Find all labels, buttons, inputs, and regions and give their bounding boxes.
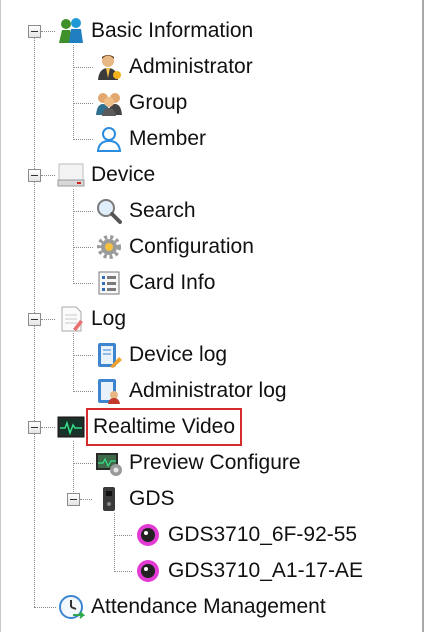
- hline: [34, 607, 56, 608]
- hline: [41, 175, 55, 176]
- tree-node-camera-1[interactable]: GDS3710_6F-92-55: [134, 521, 357, 549]
- preview-configure-icon: [95, 449, 123, 477]
- right-border: [422, 0, 424, 632]
- left-border: [0, 0, 1, 632]
- tree-label: Preview Configure: [129, 451, 301, 474]
- card-list-icon: [95, 269, 123, 297]
- hline: [41, 31, 55, 32]
- hline: [73, 211, 93, 212]
- tree-label: Card Info: [129, 271, 216, 294]
- tree-label: Configuration: [129, 235, 254, 258]
- tree-view: Basic Information Administrator Group Me…: [0, 0, 425, 632]
- device-tray-icon: [57, 161, 85, 189]
- hline: [73, 247, 93, 248]
- tree-label: Member: [129, 127, 207, 150]
- collapse-toggle-basic-information[interactable]: [28, 25, 41, 38]
- tree-label: Device log: [129, 343, 228, 366]
- intercom-device-icon: [95, 485, 123, 513]
- tree-node-device[interactable]: Device: [57, 161, 155, 189]
- tree-label: Administrator log: [129, 379, 287, 402]
- hline: [41, 319, 55, 320]
- hline: [114, 571, 132, 572]
- tree-node-preview-configure[interactable]: Preview Configure: [95, 449, 301, 477]
- tree-node-search[interactable]: Search: [95, 197, 196, 225]
- tree-line-log: [73, 333, 74, 390]
- tree-line-device: [73, 189, 74, 282]
- hline: [73, 139, 93, 140]
- tree-node-administrator[interactable]: Administrator: [95, 53, 253, 81]
- document-icon: [57, 305, 85, 333]
- tree-label: Attendance Management: [91, 595, 326, 618]
- tree-label: Group: [129, 91, 188, 114]
- tree-label: Device: [91, 163, 156, 186]
- camera-lens-icon: [134, 557, 162, 585]
- tree-label: Search: [129, 199, 196, 222]
- tree-label: Administrator: [129, 55, 253, 78]
- tree-node-configuration[interactable]: Configuration: [95, 233, 254, 261]
- hline: [41, 427, 55, 428]
- tree-node-camera-2[interactable]: GDS3710_A1-17-AE: [134, 557, 363, 585]
- camera-lens-icon: [134, 521, 162, 549]
- tree-label: Basic Information: [91, 19, 254, 42]
- tree-label: GDS3710_6F-92-55: [168, 523, 358, 546]
- hline: [114, 535, 132, 536]
- tree-node-device-log[interactable]: Device log: [95, 341, 227, 369]
- gear-icon: [95, 233, 123, 261]
- tree-label: GDS: [129, 487, 175, 510]
- tree-node-card-info[interactable]: Card Info: [95, 269, 215, 297]
- tree-label: GDS3710_A1-17-AE: [168, 559, 363, 582]
- search-icon: [95, 197, 123, 225]
- tree-node-member[interactable]: Member: [95, 125, 206, 153]
- hline: [73, 67, 93, 68]
- tree-label: Log: [91, 307, 127, 330]
- hline: [73, 103, 93, 104]
- collapse-toggle-realtime-video[interactable]: [28, 421, 41, 434]
- tree-node-basic-information[interactable]: Basic Information: [57, 17, 253, 45]
- tree-node-administrator-log[interactable]: Administrator log: [95, 377, 287, 405]
- clock-icon: [57, 593, 85, 621]
- tree-line-gds: [114, 513, 115, 570]
- group-people-icon: [57, 17, 85, 45]
- hline: [73, 463, 93, 464]
- tree-node-realtime-video[interactable]: Realtime Video: [57, 408, 243, 446]
- member-icon: [95, 125, 123, 153]
- administrator-icon: [95, 53, 123, 81]
- tree-line-video: [73, 441, 74, 498]
- group-icon: [95, 89, 123, 117]
- collapse-toggle-gds[interactable]: [67, 493, 80, 506]
- device-log-icon: [95, 341, 123, 369]
- hline: [73, 355, 93, 356]
- collapse-toggle-log[interactable]: [28, 313, 41, 326]
- monitor-waveform-icon: [57, 413, 85, 441]
- tree-node-attendance-management[interactable]: Attendance Management: [57, 593, 326, 621]
- administrator-log-icon: [95, 377, 123, 405]
- tree-line-basic: [73, 45, 74, 138]
- hline: [80, 499, 92, 500]
- hline: [73, 283, 93, 284]
- collapse-toggle-device[interactable]: [28, 169, 41, 182]
- tree-label-selected: Realtime Video: [85, 408, 243, 446]
- tree-node-log[interactable]: Log: [57, 305, 126, 333]
- tree-node-gds[interactable]: GDS: [95, 485, 175, 513]
- tree-node-group[interactable]: Group: [95, 89, 187, 117]
- hline: [73, 391, 93, 392]
